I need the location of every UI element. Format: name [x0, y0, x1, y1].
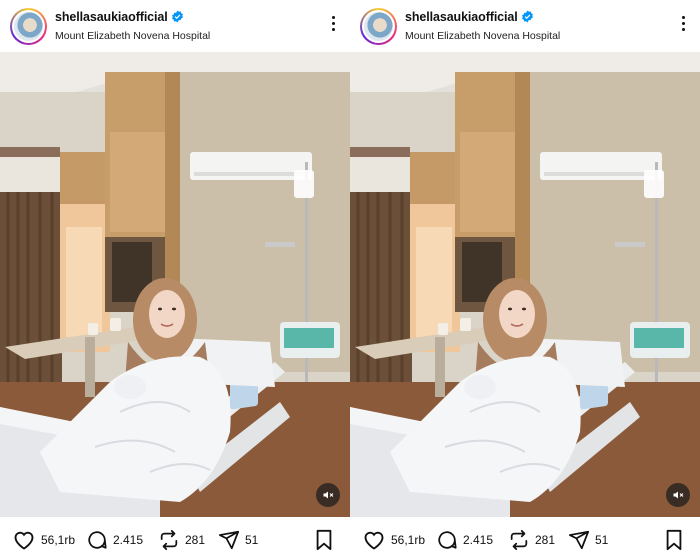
- location-link[interactable]: Mount Elizabeth Novena Hospital: [55, 30, 210, 42]
- post-media[interactable]: [0, 52, 350, 517]
- like-button[interactable]: 56,1rb: [362, 526, 425, 554]
- share-button[interactable]: 51: [218, 526, 258, 554]
- comment-icon: [88, 531, 107, 549]
- repost-icon: [510, 529, 528, 551]
- bookmark-icon: [316, 529, 332, 551]
- muted-speaker-icon[interactable]: [316, 483, 340, 507]
- avatar[interactable]: [360, 8, 397, 45]
- avatar[interactable]: [10, 8, 47, 45]
- comment-button[interactable]: 2.415: [86, 526, 143, 554]
- instagram-post-left: shellasaukiaofficial Mount Elizabeth Nov…: [0, 0, 350, 557]
- repost-button[interactable]: 281: [158, 526, 205, 554]
- post-actions: 56,1rb 2.415 281 51: [0, 526, 350, 554]
- share-icon: [568, 530, 590, 550]
- repost-count: 281: [185, 533, 206, 547]
- save-button[interactable]: [314, 529, 334, 556]
- hospital-room-photo: [350, 52, 700, 517]
- like-button[interactable]: 56,1rb: [12, 526, 75, 554]
- verified-badge-icon: [171, 10, 183, 23]
- share-button[interactable]: 51: [568, 526, 608, 554]
- share-icon: [218, 530, 240, 550]
- hospital-room-photo: [0, 52, 350, 517]
- avatar-image: [364, 12, 393, 41]
- post-header: shellasaukiaofficial Mount Elizabeth Nov…: [350, 0, 700, 52]
- post-header: shellasaukiaofficial Mount Elizabeth Nov…: [0, 0, 350, 52]
- repost-icon: [160, 529, 178, 551]
- comment-icon: [438, 531, 457, 549]
- heart-icon: [14, 531, 34, 550]
- comment-button[interactable]: 2.415: [436, 526, 493, 554]
- instagram-post-right: shellasaukiaofficial Mount Elizabeth Nov…: [350, 0, 700, 557]
- share-count: 51: [595, 533, 609, 547]
- muted-speaker-icon[interactable]: [666, 483, 690, 507]
- instagram-post-comparison: shellasaukiaofficial Mount Elizabeth Nov…: [0, 0, 700, 557]
- comment-count: 2.415: [463, 533, 494, 547]
- location-link[interactable]: Mount Elizabeth Novena Hospital: [405, 30, 560, 42]
- more-options-icon[interactable]: [330, 16, 336, 34]
- verified-badge-icon: [521, 10, 533, 23]
- post-media[interactable]: [350, 52, 700, 517]
- share-count: 51: [245, 533, 259, 547]
- more-options-icon[interactable]: [680, 16, 686, 34]
- post-actions: 56,1rb 2.415 281 51: [350, 526, 700, 554]
- save-button[interactable]: [664, 529, 684, 556]
- like-count: 56,1rb: [391, 533, 426, 547]
- repost-count: 281: [535, 533, 556, 547]
- like-count: 56,1rb: [41, 533, 76, 547]
- comment-count: 2.415: [113, 533, 144, 547]
- username[interactable]: shellasaukiaofficial: [405, 10, 518, 24]
- repost-button[interactable]: 281: [508, 526, 555, 554]
- avatar-image: [14, 12, 43, 41]
- heart-icon: [364, 531, 384, 550]
- username[interactable]: shellasaukiaofficial: [55, 10, 168, 24]
- bookmark-icon: [666, 529, 682, 551]
